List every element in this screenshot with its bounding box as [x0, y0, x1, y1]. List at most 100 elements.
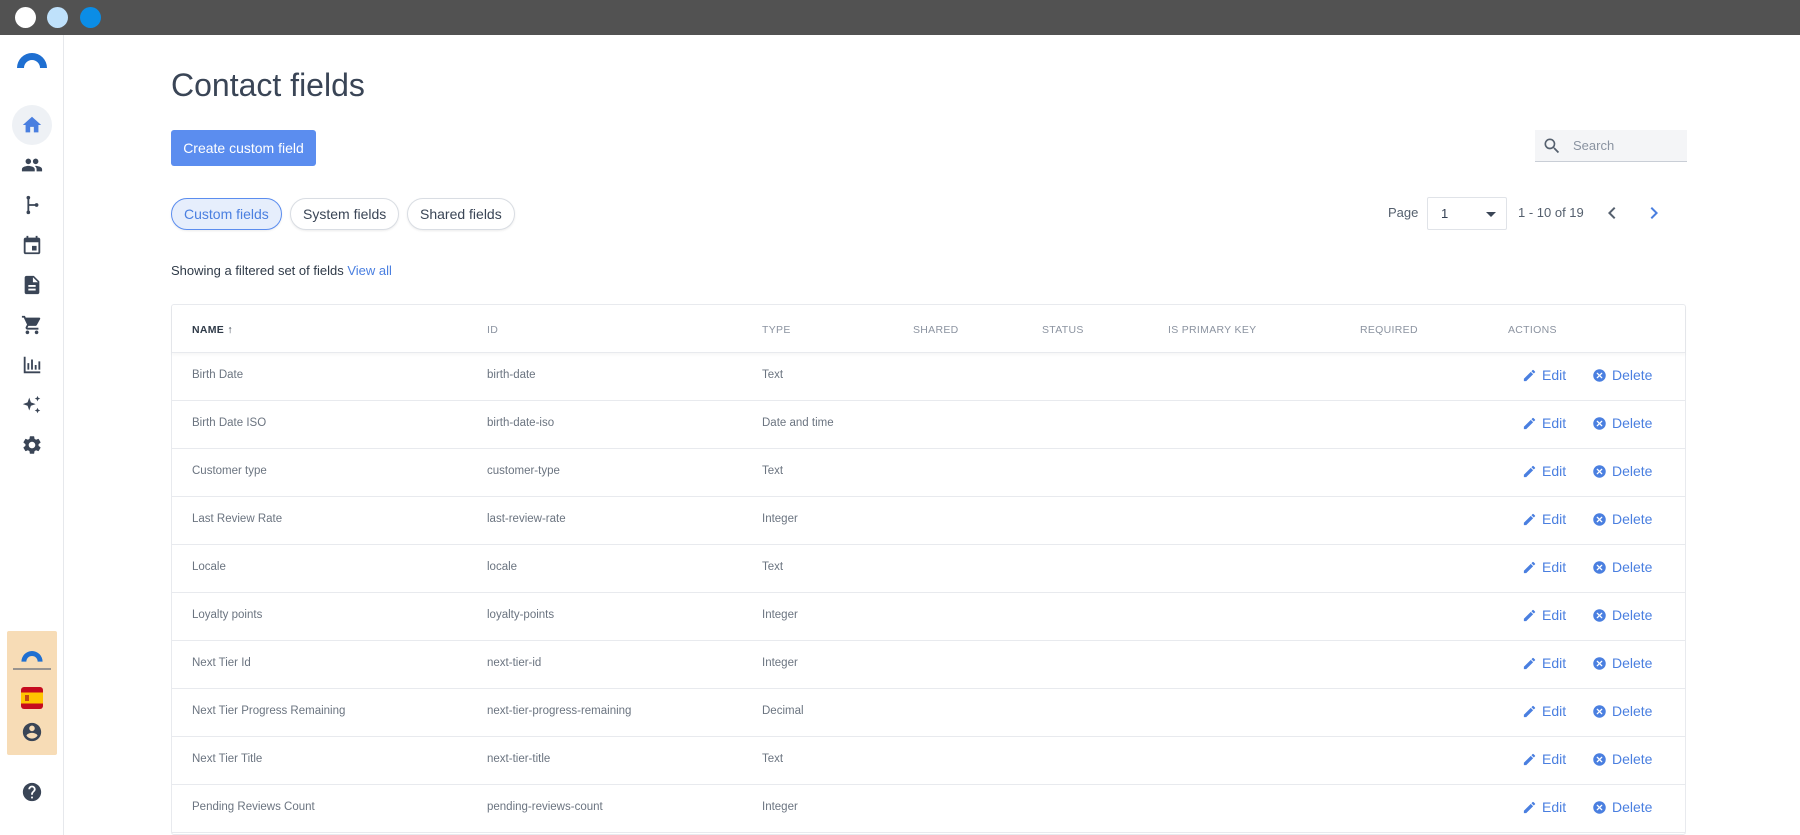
field-name: Customer type: [192, 465, 267, 477]
field-type: Integer: [762, 513, 798, 525]
edit-button[interactable]: Edit: [1522, 559, 1566, 575]
edit-button[interactable]: Edit: [1522, 799, 1566, 815]
table-row: Locale locale Text Edit Delete: [172, 545, 1685, 593]
field-name: Birth Date ISO: [192, 417, 267, 429]
delete-button[interactable]: Delete: [1592, 559, 1652, 575]
view-all-link[interactable]: View all: [347, 263, 392, 278]
cart-icon: [21, 315, 41, 335]
delete-button[interactable]: Delete: [1592, 415, 1652, 431]
sidebar-item-settings[interactable]: [12, 425, 52, 465]
org-logo-icon: [21, 651, 43, 662]
calendar-icon: [23, 235, 41, 255]
table-row: Loyalty points loyalty-points Integer Edit D…: [172, 593, 1685, 641]
chevron-right-icon: [1650, 207, 1658, 219]
field-type: Integer: [762, 801, 798, 813]
chevron-left-icon: [1608, 207, 1616, 219]
pencil-icon: [1523, 801, 1536, 813]
delete-button[interactable]: Delete: [1592, 511, 1652, 527]
sidebar-item-account[interactable]: [12, 712, 52, 752]
table-row: Customer type customer-type Text Edit Delete: [172, 449, 1685, 497]
sidebar: [0, 35, 64, 835]
page-title: Contact fields: [171, 67, 365, 103]
delete-label: Delete: [1612, 751, 1653, 767]
sidebar-item-commerce[interactable]: [12, 305, 52, 345]
home-icon: [22, 116, 42, 133]
edit-label: Edit: [1542, 415, 1567, 431]
sidebar-item-contacts[interactable]: [12, 145, 52, 185]
field-id: loyalty-points: [487, 609, 555, 621]
create-custom-field-button[interactable]: Create custom field: [171, 130, 316, 166]
next-page-button[interactable]: [1642, 201, 1666, 225]
edit-button[interactable]: Edit: [1522, 655, 1566, 671]
search-box[interactable]: [1535, 130, 1687, 162]
edit-button[interactable]: Edit: [1522, 607, 1566, 623]
edit-button[interactable]: Edit: [1522, 367, 1566, 383]
pencil-icon: [1523, 705, 1536, 717]
sidebar-item-analytics[interactable]: [12, 345, 52, 385]
field-id: customer-type: [487, 465, 560, 477]
edit-button[interactable]: Edit: [1522, 511, 1566, 527]
field-name: Locale: [192, 561, 226, 573]
delete-label: Delete: [1612, 367, 1653, 383]
delete-label: Delete: [1612, 415, 1653, 431]
window-titlebar: [0, 0, 1800, 35]
field-id: birth-date: [487, 369, 536, 381]
pencil-icon: [1523, 609, 1536, 621]
field-type: Integer: [762, 657, 798, 669]
delete-button[interactable]: Delete: [1592, 799, 1652, 815]
column-header-name[interactable]: NAME ↑: [192, 324, 233, 336]
app-logo[interactable]: [15, 51, 49, 69]
account-icon: [22, 722, 42, 742]
delete-button[interactable]: Delete: [1592, 367, 1652, 383]
sidebar-item-calendar[interactable]: [12, 225, 52, 265]
field-id: next-tier-title: [487, 753, 551, 765]
delete-button[interactable]: Delete: [1592, 751, 1652, 767]
sidebar-item-ai[interactable]: [12, 385, 52, 425]
edit-button[interactable]: Edit: [1522, 415, 1566, 431]
cancel-circle-icon: [1593, 560, 1606, 574]
delete-label: Delete: [1612, 703, 1653, 719]
edit-label: Edit: [1542, 511, 1567, 527]
column-header-actions: ACTIONS: [1508, 324, 1557, 336]
filter-note: Showing a filtered set of fields View al…: [171, 263, 392, 278]
field-type: Decimal: [762, 705, 804, 717]
edit-button[interactable]: Edit: [1522, 463, 1566, 479]
edit-button[interactable]: Edit: [1522, 703, 1566, 719]
journeys-icon: [26, 195, 39, 215]
sidebar-item-home[interactable]: [12, 105, 52, 145]
cancel-circle-icon: [1593, 464, 1606, 478]
window-maximize-button[interactable]: [80, 7, 101, 28]
analytics-icon: [23, 356, 41, 374]
window-minimize-button[interactable]: [47, 7, 68, 28]
table-row: Next Tier Title next-tier-title Text Edit De…: [172, 737, 1685, 785]
filter-note-text: Showing a filtered set of fields: [171, 263, 344, 278]
field-name: Last Review Rate: [192, 513, 283, 525]
field-name: Birth Date: [192, 369, 244, 381]
tab-system-fields[interactable]: System fields: [290, 198, 400, 230]
delete-button[interactable]: Delete: [1592, 703, 1652, 719]
delete-button[interactable]: Delete: [1592, 607, 1652, 623]
sidebar-item-journeys[interactable]: [12, 185, 52, 225]
window-close-button[interactable]: [15, 7, 36, 28]
search-input[interactable]: [1573, 130, 1683, 161]
tab-shared-fields[interactable]: Shared fields: [407, 198, 515, 230]
tab-custom-fields[interactable]: Custom fields: [171, 198, 282, 230]
previous-page-button[interactable]: [1600, 201, 1624, 225]
page-select[interactable]: 1: [1427, 197, 1507, 230]
sidebar-item-documents[interactable]: [12, 265, 52, 305]
delete-button[interactable]: Delete: [1592, 655, 1652, 671]
column-header-required: REQUIRED: [1360, 324, 1418, 336]
delete-button[interactable]: Delete: [1592, 463, 1652, 479]
contacts-icon: [21, 158, 43, 172]
pencil-icon: [1523, 657, 1536, 669]
sparkle-icon: [22, 395, 41, 414]
edit-label: Edit: [1542, 367, 1567, 383]
column-header-shared: SHARED: [913, 324, 959, 336]
field-id: birth-date-iso: [487, 417, 555, 429]
spain-flag-icon[interactable]: [21, 687, 43, 709]
field-type: Text: [762, 561, 784, 573]
pencil-icon: [1523, 513, 1536, 525]
sidebar-item-help[interactable]: [12, 772, 52, 812]
fields-table: NAME ↑ ID TYPE SHARED STATUS IS PRIMARY …: [171, 304, 1686, 835]
edit-button[interactable]: Edit: [1522, 751, 1566, 767]
